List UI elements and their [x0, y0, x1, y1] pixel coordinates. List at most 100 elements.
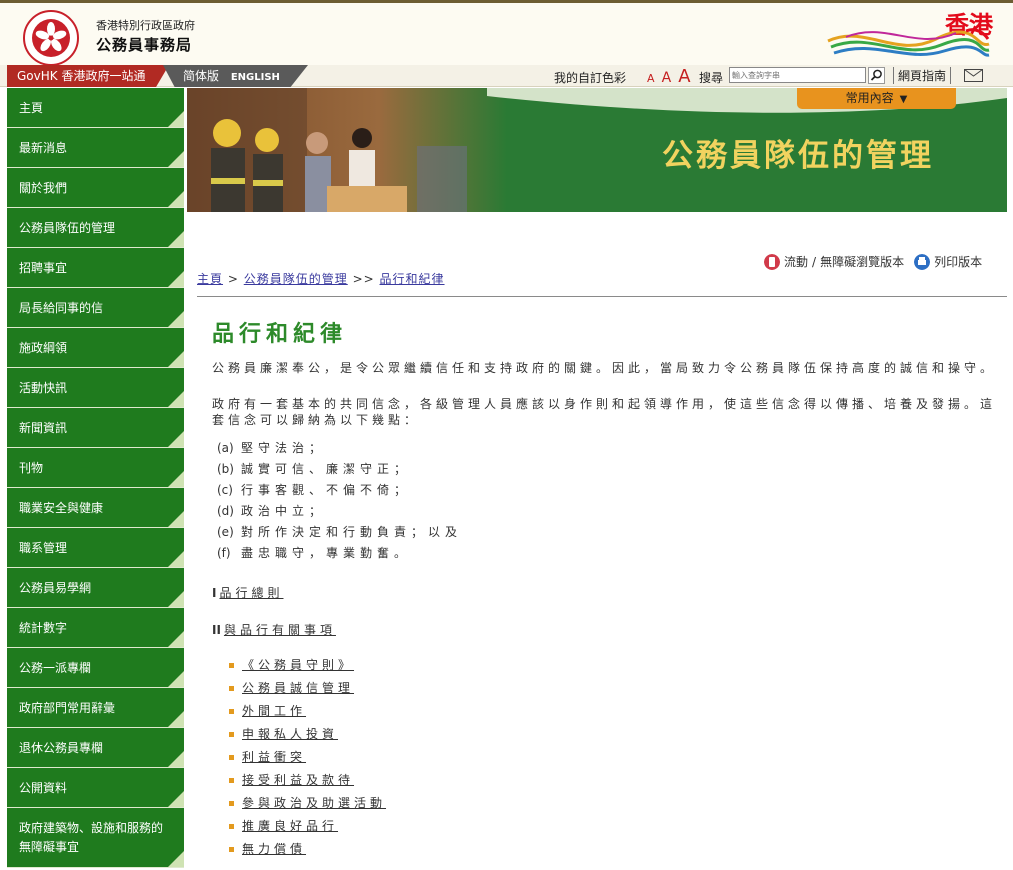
mail-icon[interactable]	[964, 69, 983, 82]
promote-good-conduct-link[interactable]: 推廣良好品行	[242, 815, 338, 838]
sidebar-item-about[interactable]: 關於我們	[7, 168, 184, 208]
bullet-icon	[229, 778, 234, 783]
bullet-icon	[229, 663, 234, 668]
sidebar-item-publications[interactable]: 刊物	[7, 448, 184, 488]
sidebar-item-grade-management[interactable]: 職系管理	[7, 528, 184, 568]
sidebar-item-home[interactable]: 主頁	[7, 88, 184, 128]
search-button[interactable]	[868, 67, 885, 84]
sidebar-item-retired[interactable]: 退休公務員專欄	[7, 728, 184, 768]
sidebar-item-glossary[interactable]: 政府部門常用辭彙	[7, 688, 184, 728]
list-item: 利益衝突	[229, 746, 1002, 769]
search-icon	[870, 69, 882, 81]
bullet-icon	[229, 686, 234, 691]
dropdown-arrow-icon: ▼	[899, 94, 908, 105]
section-conduct-matters: II 與品行有關事項	[212, 621, 1002, 638]
page-tools: 流動 / 無障礙瀏覽版本 列印版本	[764, 253, 982, 270]
section-number: I	[212, 586, 217, 600]
mobile-version-link[interactable]: 流動	[784, 253, 808, 270]
conduct-links-list: 《公務員守則》 公務員誠信管理 外間工作 申報私人投資 利益衝突 接受利益及款待…	[229, 654, 1002, 861]
list-item-label: (f)	[217, 546, 231, 560]
font-size-large-button[interactable]: A	[678, 66, 690, 87]
government-name: 香港特別行政區政府	[96, 19, 195, 32]
sidebar-item-recruitment[interactable]: 招聘事宜	[7, 248, 184, 288]
utility-bar: GovHK 香港政府一站通 简体版 ENGLISH 我的自訂色彩 A A A 搜…	[0, 65, 1013, 87]
print-icon[interactable]	[914, 253, 931, 270]
bullet-icon	[229, 824, 234, 829]
sidebar-item-safety-health[interactable]: 職業安全與健康	[7, 488, 184, 528]
list-item: 申報私人投資	[229, 723, 1002, 746]
banner-title: 公務員隊伍的管理	[662, 138, 934, 174]
general-conduct-link[interactable]: 品行總則	[219, 586, 283, 600]
tools-separator: /	[812, 254, 817, 269]
bullet-icon	[229, 732, 234, 737]
outside-work-link[interactable]: 外間工作	[242, 700, 306, 723]
political-activities-link[interactable]: 參與政治及助選活動	[242, 792, 386, 815]
sidebar-item-events[interactable]: 活動快訊	[7, 368, 184, 408]
custom-colour-link[interactable]: 我的自訂色彩	[554, 69, 626, 86]
sidebar-item-accessibility[interactable]: 政府建築物、設施和服務的無障礙事宜	[7, 808, 184, 868]
integrity-management-link[interactable]: 公務員誠信管理	[242, 677, 354, 700]
breadcrumb-current-link[interactable]: 品行和紀律	[380, 272, 445, 286]
lang-english-link[interactable]: ENGLISH	[231, 72, 280, 83]
banner-photo	[187, 88, 507, 212]
breadcrumb-home-link[interactable]: 主頁	[197, 272, 223, 286]
sidebar-item-press[interactable]: 新聞資訊	[7, 408, 184, 448]
sidebar-item-news[interactable]: 最新消息	[7, 128, 184, 168]
bullet-icon	[229, 847, 234, 852]
list-item: 接受利益及款待	[229, 769, 1002, 792]
govhk-link[interactable]: GovHK 香港政府一站通	[7, 65, 169, 87]
sidebar-item-civil-service-management[interactable]: 公務員隊伍的管理	[7, 208, 184, 248]
sidebar-item-secretary-letters[interactable]: 局長給同事的信	[7, 288, 184, 328]
list-item-label: (b)	[217, 462, 234, 476]
list-item: (a) 堅守法治；	[217, 438, 1002, 459]
list-item-text: 盡忠職守，專業勤奮。	[241, 546, 412, 560]
bullet-icon	[229, 801, 234, 806]
divider	[197, 296, 1007, 297]
conduct-matters-link[interactable]: 與品行有關事項	[224, 623, 336, 637]
list-item: 《公務員守則》	[229, 654, 1002, 677]
conflict-of-interest-link[interactable]: 利益衝突	[242, 746, 306, 769]
font-size-medium-button[interactable]: A	[662, 70, 672, 86]
list-item-label: (d)	[217, 504, 234, 518]
hksar-emblem-icon[interactable]	[23, 10, 79, 66]
page-title: 品行和紀律	[212, 322, 348, 347]
sidebar-item-column[interactable]: 公務一派專欄	[7, 648, 184, 688]
list-item: 推廣良好品行	[229, 815, 1002, 838]
sidebar-item-policy-agenda[interactable]: 施政綱領	[7, 328, 184, 368]
sidebar-item-statistics[interactable]: 統計數字	[7, 608, 184, 648]
site-guide-link[interactable]: 網頁指南	[893, 67, 952, 84]
sidebar-item-access-info[interactable]: 公開資料	[7, 768, 184, 808]
list-item: 外間工作	[229, 700, 1002, 723]
sidebar-nav: 主頁 最新消息 關於我們 公務員隊伍的管理 招聘事宜 局長給同事的信 施政綱領 …	[7, 88, 184, 868]
civil-service-code-link[interactable]: 《公務員守則》	[242, 654, 354, 677]
insolvency-link[interactable]: 無力償債	[242, 838, 306, 861]
font-size-small-button[interactable]: A	[647, 72, 655, 85]
search-input[interactable]	[729, 67, 866, 83]
search-label: 搜尋	[699, 71, 724, 85]
advantages-entertainment-link[interactable]: 接受利益及款待	[242, 769, 354, 792]
breadcrumb: 主頁 > 公務員隊伍的管理 >> 品行和紀律	[197, 270, 445, 287]
list-item-text: 堅守法治；	[241, 441, 327, 455]
list-item-text: 誠實可信、廉潔守正；	[241, 462, 412, 476]
bureau-name[interactable]: 公務員事務局	[96, 34, 192, 55]
mobile-icon[interactable]	[764, 253, 780, 270]
font-size-controls: A A A	[647, 66, 693, 87]
breadcrumb-separator: >>	[352, 272, 375, 286]
investment-declaration-link[interactable]: 申報私人投資	[242, 723, 338, 746]
breadcrumb-section-link[interactable]: 公務員隊伍的管理	[244, 272, 348, 286]
lang-simplified-link[interactable]: 简体版	[183, 69, 219, 83]
section-number: II	[212, 623, 221, 637]
sidebar-item-e-learning[interactable]: 公務員易學網	[7, 568, 184, 608]
common-content-dropdown[interactable]: 常用內容 ▼	[797, 88, 956, 109]
section-general-conduct: I 品行總則	[212, 584, 1002, 601]
list-item: (f) 盡忠職守，專業勤奮。	[217, 543, 1002, 564]
values-list: (a) 堅守法治； (b) 誠實可信、廉潔守正； (c) 行事客觀、不偏不倚； (d)…	[212, 438, 1002, 564]
list-item: 無力償債	[229, 838, 1002, 861]
site-header: 香港特別行政區政府 公務員事務局 香港	[0, 3, 1013, 66]
bullet-icon	[229, 755, 234, 760]
language-switcher: 简体版 ENGLISH	[163, 65, 308, 87]
accessible-version-link[interactable]: 無障礙瀏覽版本	[820, 253, 904, 270]
list-item-label: (e)	[217, 525, 234, 539]
print-version-link[interactable]: 列印版本	[934, 253, 982, 270]
list-item-label: (a)	[217, 441, 234, 455]
